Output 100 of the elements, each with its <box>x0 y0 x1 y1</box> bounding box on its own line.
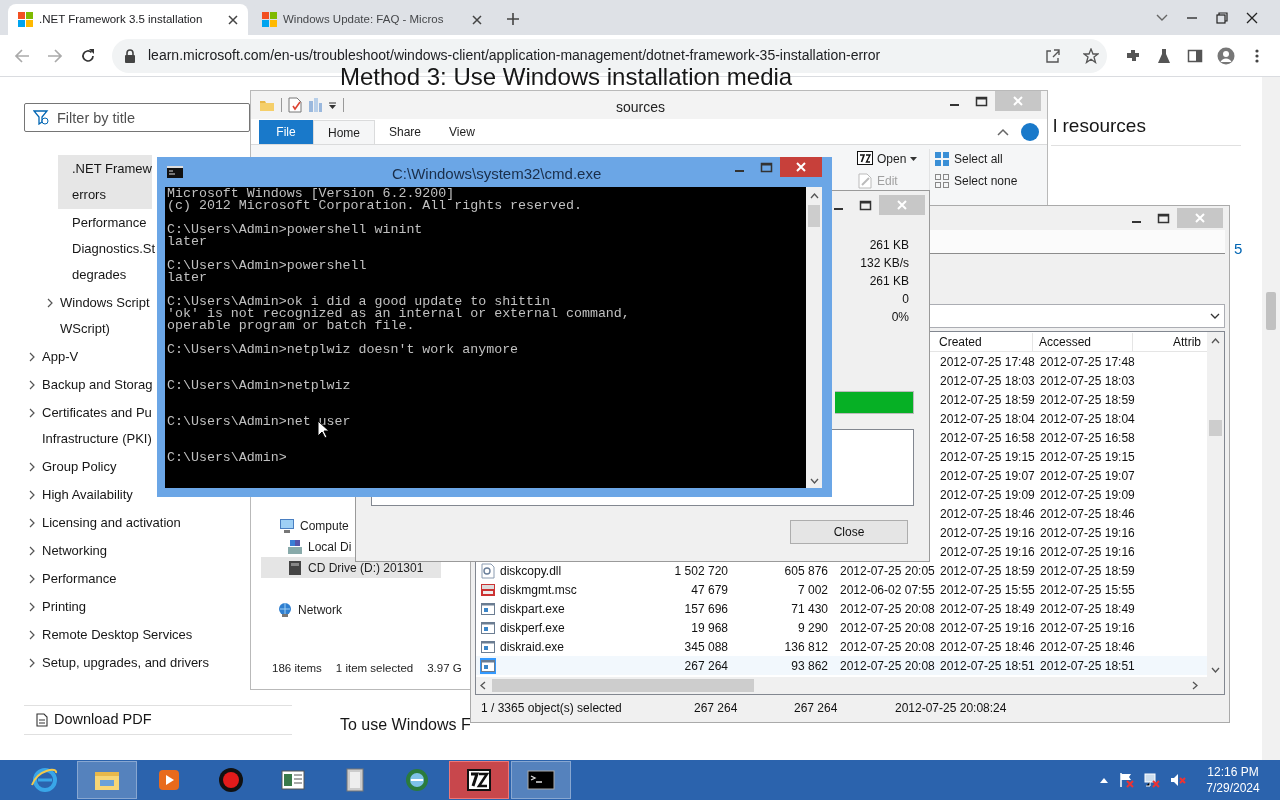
dropdown-icon[interactable] <box>328 100 337 110</box>
sidebar-item[interactable]: .NET Framew errors <box>58 155 152 209</box>
scroll-left-icon[interactable] <box>480 681 486 690</box>
ribbon-tab[interactable]: Home <box>313 120 375 144</box>
filter-field[interactable]: Filter by title <box>24 103 250 132</box>
sidebar-item[interactable]: Backup and Storag <box>24 371 153 399</box>
sidebar-item[interactable]: Performance <box>24 565 117 593</box>
file-name[interactable]: diskcopy.dll <box>500 561 562 580</box>
file-icon <box>480 657 496 674</box>
file-name[interactable]: diskmgmt.msc <box>500 580 577 599</box>
scroll-thumb[interactable] <box>1266 292 1276 330</box>
sidebar-item[interactable]: Windows Script WScript) <box>24 289 150 343</box>
grid-icon <box>934 173 950 189</box>
chevron-down-icon[interactable] <box>1156 13 1168 22</box>
reload-icon[interactable] <box>80 47 96 64</box>
chevron-right-icon[interactable] <box>28 352 36 362</box>
chevron-right-icon[interactable] <box>28 630 36 640</box>
table-cell: 2012-07-25 16:58 <box>940 430 1035 445</box>
profile-icon[interactable] <box>1217 46 1235 65</box>
close-icon[interactable] <box>228 14 238 25</box>
table-cell: 2012-06-02 07:55 <box>840 582 935 597</box>
ribbon-command[interactable]: Select all <box>934 149 1037 169</box>
scroll-right-icon[interactable] <box>1192 681 1198 690</box>
new-tab-icon[interactable] <box>506 12 520 26</box>
maximize-icon[interactable] <box>760 160 773 174</box>
chevron-right-icon[interactable] <box>28 546 36 556</box>
scroll-down-icon[interactable] <box>1211 667 1220 673</box>
ribbon-tab[interactable]: Share <box>375 120 436 144</box>
share-icon[interactable] <box>1045 47 1061 64</box>
chevron-right-icon[interactable] <box>28 658 36 668</box>
chevron-right-icon[interactable] <box>28 462 36 472</box>
chevron-right-icon[interactable] <box>28 574 36 584</box>
link[interactable]: 5 <box>1234 238 1243 261</box>
collapse-icon[interactable] <box>997 128 1009 136</box>
chevron-right-icon[interactable] <box>28 380 36 390</box>
maximize-icon[interactable] <box>975 94 988 108</box>
ribbon-tab[interactable]: View <box>435 120 489 144</box>
menu-icon[interactable] <box>1255 47 1259 64</box>
taskbar-button[interactable] <box>449 761 509 799</box>
flask-icon[interactable] <box>1157 47 1171 64</box>
nav-item[interactable]: Network <box>251 599 441 620</box>
close-icon[interactable] <box>472 14 482 25</box>
network-icon[interactable] <box>1144 772 1160 788</box>
status-text: 1 / 3365 object(s) selected <box>481 701 622 715</box>
sidebar-item[interactable]: Printing <box>24 593 87 621</box>
table-cell: 2012-07-25 19:15 <box>1040 449 1135 464</box>
scroll-thumb[interactable] <box>1209 420 1222 436</box>
column-header[interactable]: Accessed <box>1033 332 1133 351</box>
clock-date[interactable]: 7/29/2024 <box>1206 780 1260 796</box>
star-icon[interactable] <box>1083 47 1099 64</box>
download-link[interactable]: Download PDF <box>54 709 152 731</box>
speaker-icon[interactable] <box>1170 772 1186 788</box>
browser-tab[interactable]: .NET Framework 3.5 installation <box>8 4 248 35</box>
sidebar-item[interactable]: High Availability <box>24 481 133 509</box>
sidebar-item[interactable]: Performance Diagnostics.St degrades <box>58 209 156 289</box>
sidebar-item[interactable]: Licensing and activation <box>24 509 181 537</box>
table-cell: 19 968 <box>691 620 728 635</box>
section-heading: l resources <box>1053 114 1146 138</box>
scroll-down-icon[interactable] <box>809 478 819 484</box>
maximize-icon[interactable] <box>1157 211 1170 225</box>
scroll-up-icon[interactable] <box>809 193 819 199</box>
close-icon[interactable] <box>1246 11 1258 24</box>
show-hidden-icons-icon[interactable] <box>1100 777 1108 783</box>
sidebar-item[interactable]: App-V <box>24 343 79 371</box>
console-text: later <box>167 272 207 284</box>
chevron-right-icon[interactable] <box>28 518 36 528</box>
file-name[interactable]: diskraid.exe <box>500 637 565 656</box>
maximize-icon[interactable] <box>859 198 872 212</box>
sidebar-item[interactable]: Remote Desktop Services <box>24 621 193 649</box>
column-header[interactable]: Attrib <box>1133 332 1203 351</box>
ribbon-tab[interactable]: File <box>259 120 313 144</box>
table-cell: 2012-07-25 18:51 <box>940 658 1035 673</box>
chevron-right-icon[interactable] <box>28 490 36 500</box>
sidebar-item[interactable]: Networking <box>24 537 108 565</box>
close-button[interactable] <box>780 157 822 177</box>
sidebar-item[interactable]: Certificates and Pu Infrastructure (PKI) <box>24 399 152 453</box>
close-button[interactable]: Close <box>790 520 908 544</box>
scroll-thumb[interactable] <box>492 679 754 692</box>
column-header[interactable]: Created <box>933 332 1033 351</box>
ribbon-command[interactable]: Open <box>857 149 921 169</box>
chevron-right-icon[interactable] <box>28 408 36 418</box>
sidebar-item[interactable]: Group Policy <box>24 453 117 481</box>
record-icon <box>216 765 246 795</box>
table-cell: 7 002 <box>797 582 828 597</box>
ribbon-command[interactable]: Select none <box>934 171 1037 191</box>
sidebar-item[interactable]: Setup, upgrades, and drivers <box>24 649 209 677</box>
table-cell: 2012-07-25 18:03 <box>1040 373 1135 388</box>
flag-icon[interactable] <box>1118 772 1134 788</box>
scroll-thumb[interactable] <box>808 205 820 227</box>
side-panel-icon[interactable] <box>1187 47 1203 64</box>
extensions-icon[interactable] <box>1125 47 1141 64</box>
restore-icon[interactable] <box>1216 11 1228 24</box>
file-name[interactable]: diskpart.exe <box>500 599 565 618</box>
clock-time[interactable]: 12:16 PM <box>1207 764 1259 780</box>
chevron-right-icon[interactable] <box>46 298 54 308</box>
value-text: 0% <box>891 309 909 326</box>
properties-icon[interactable] <box>288 97 302 113</box>
chevron-right-icon[interactable] <box>28 602 36 612</box>
scroll-up-icon[interactable] <box>1211 338 1220 344</box>
file-name[interactable]: diskperf.exe <box>500 618 565 637</box>
